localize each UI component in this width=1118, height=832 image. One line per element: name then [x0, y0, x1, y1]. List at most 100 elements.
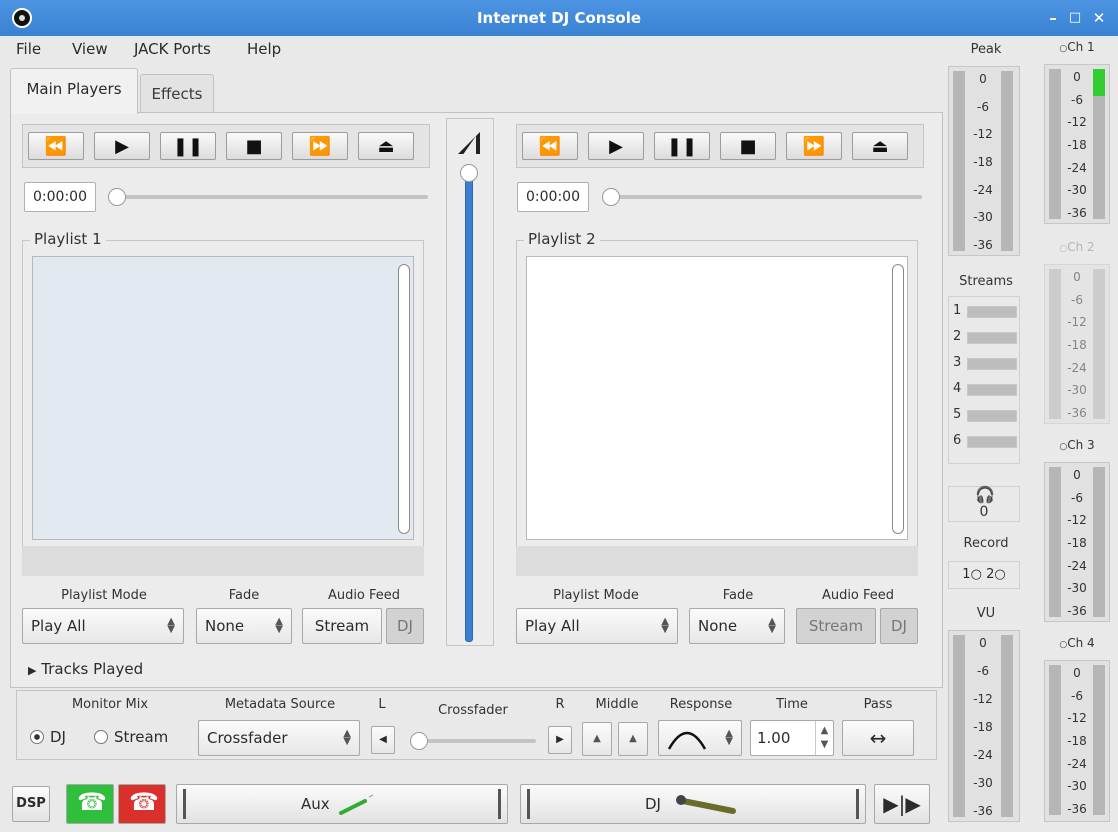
channel-label: ○Ch 4 [1042, 636, 1112, 650]
channel-meter: 0 -6 -12 -18 -24 -30 -36 [1044, 64, 1110, 224]
maximize-icon[interactable]: □ [1066, 8, 1084, 28]
stop-icon: ■ [245, 135, 263, 157]
rewind-button[interactable]: ⏪ [522, 132, 578, 160]
stop-button[interactable]: ■ [226, 132, 282, 160]
pass-button[interactable]: ↔ [842, 720, 914, 756]
audio-feed-dj-button[interactable]: DJ [386, 608, 424, 644]
channel-label: ○Ch 2 [1042, 240, 1112, 254]
vu-label: VU [976, 606, 996, 621]
fade-select[interactable]: None ▲ ▼ [196, 608, 292, 644]
monitor-mix-stream-radio[interactable]: Stream [94, 728, 168, 746]
channel-scale-label: -12 [1067, 115, 1087, 130]
dj-mic-button[interactable]: DJ [520, 784, 866, 824]
crossfader-right-button[interactable]: ▶ [548, 726, 572, 754]
audio-feed-label: Audio Feed [327, 588, 401, 603]
rewind-icon: ⏪ [44, 135, 68, 157]
playlist-mode-select[interactable]: Play All ▲ ▼ [516, 608, 678, 644]
channel-meter-bar-left [1049, 269, 1061, 419]
channel-scale-label: -24 [1067, 558, 1087, 573]
eject-button[interactable]: ⏏ [852, 132, 908, 160]
crossfader-handle[interactable] [410, 732, 428, 750]
response-select[interactable]: ▲ ▼ [658, 720, 742, 756]
playlist-2[interactable] [526, 256, 908, 540]
close-icon[interactable]: ✕ [1090, 8, 1108, 28]
tab-main-players[interactable]: Main Players [10, 68, 138, 114]
time-spinbox[interactable]: 1.00 ▲ ▼ [750, 720, 834, 756]
fade-select[interactable]: None ▲ ▼ [689, 608, 785, 644]
aux-button[interactable]: Aux [176, 784, 508, 824]
play-button[interactable]: ▶ [588, 132, 644, 160]
menu-help[interactable]: Help [247, 40, 281, 58]
record-indicators: 1○ 2○ [948, 561, 1020, 589]
fast-forward-button[interactable]: ⏩ [786, 132, 842, 160]
channel-label: ○Ch 1 [1042, 40, 1112, 54]
peak-meter-bar-left [953, 71, 965, 251]
dsp-button[interactable]: DSP [12, 786, 50, 822]
channel-scale-label: -24 [1067, 360, 1087, 375]
channel-meter-bar-left [1049, 467, 1061, 617]
playlist-2-scrollbar[interactable] [892, 264, 904, 534]
phone-hangup-button[interactable]: ☎ [118, 784, 166, 824]
spin-arrows-icon: ▲ ▼ [661, 616, 669, 635]
pause-button[interactable]: ❚❚ [160, 132, 216, 160]
volume-slider-handle[interactable] [460, 164, 478, 182]
rewind-button[interactable]: ⏪ [28, 132, 84, 160]
channel-meter: 0 -6 -12 -18 -24 -30 -36 [1044, 462, 1110, 622]
advance-button[interactable]: ▶|▶ [874, 784, 930, 824]
middle-right-button[interactable]: ▲ [618, 722, 648, 756]
player-1-seek-track[interactable] [110, 195, 428, 199]
audio-feed-stream-button[interactable]: Stream [302, 608, 382, 644]
vu-scale-label: -36 [973, 804, 993, 818]
vu-scale-label: -6 [977, 664, 989, 678]
aux-label: Aux [301, 795, 330, 813]
channel-scale-label: -6 [1071, 92, 1083, 107]
minimize-icon[interactable]: – [1044, 8, 1062, 28]
crossfader-left-button[interactable]: ◀ [371, 726, 395, 754]
channel-name: Ch 4 [1067, 636, 1095, 650]
channel-scale-label: -30 [1067, 779, 1087, 794]
channel-scale-label: -12 [1067, 513, 1087, 528]
channel-meter: 0 -6 -12 -18 -24 -30 -36 [1044, 660, 1110, 822]
audio-feed-dj-button[interactable]: DJ [880, 608, 918, 644]
tab-effects[interactable]: Effects [140, 74, 214, 112]
channel-meter-bar-right [1093, 467, 1105, 617]
eject-button[interactable]: ⏏ [358, 132, 414, 160]
crossfader-track[interactable] [412, 739, 536, 743]
peak-scale-label: -6 [977, 99, 989, 114]
audio-feed-stream-button[interactable]: Stream [796, 608, 876, 644]
volume-slider-track[interactable] [465, 168, 473, 642]
metadata-source-select[interactable]: Crossfader ▲ ▼ [198, 720, 360, 756]
channel-scale-label: -6 [1071, 490, 1083, 505]
spin-arrows-icon[interactable]: ▲ ▼ [815, 721, 833, 755]
playlist-mode-label: Playlist Mode [553, 588, 639, 603]
playlist-1-scrollbar[interactable] [398, 264, 410, 534]
spin-arrows-icon: ▲ ▼ [275, 616, 283, 635]
pause-button[interactable]: ❚❚ [654, 132, 710, 160]
playlist-1[interactable] [32, 256, 414, 540]
pause-icon: ❚❚ [666, 135, 698, 157]
phone-pickup-button[interactable]: ☎ [66, 784, 114, 824]
fast-forward-button[interactable]: ⏩ [292, 132, 348, 160]
menu-view[interactable]: View [72, 40, 108, 58]
stream-level-bar [967, 332, 1017, 344]
monitor-mix-dj-radio[interactable]: DJ [30, 728, 66, 746]
channel-scale-label: -12 [1067, 711, 1087, 726]
stop-button[interactable]: ■ [720, 132, 776, 160]
stream-row: 1 [953, 303, 1017, 318]
player-1-transport: ⏪ ▶ ❚❚ ■ ⏩ ⏏ [22, 124, 430, 168]
tracks-played-expander[interactable]: ▶ Tracks Played [28, 660, 143, 678]
spin-arrows-icon: ▲ ▼ [167, 616, 175, 635]
fade-value: None [205, 617, 245, 635]
peak-meter: 0 -6 -12 -18 -24 -30 -36 [948, 66, 1020, 256]
player-2-seek-track[interactable] [604, 195, 922, 199]
menu-file[interactable]: File [16, 40, 41, 58]
middle-left-button[interactable]: ▲ [582, 722, 612, 756]
playlist-mode-select[interactable]: Play All ▲ ▼ [22, 608, 184, 644]
player-1-seek-handle[interactable] [108, 188, 126, 206]
player-2-seek-handle[interactable] [602, 188, 620, 206]
stream-level-bar [967, 358, 1017, 370]
channel-name: Ch 1 [1067, 40, 1095, 54]
menu-jack-ports[interactable]: JACK Ports [134, 40, 211, 58]
play-button[interactable]: ▶ [94, 132, 150, 160]
channel-meter-bar-right [1093, 665, 1105, 815]
